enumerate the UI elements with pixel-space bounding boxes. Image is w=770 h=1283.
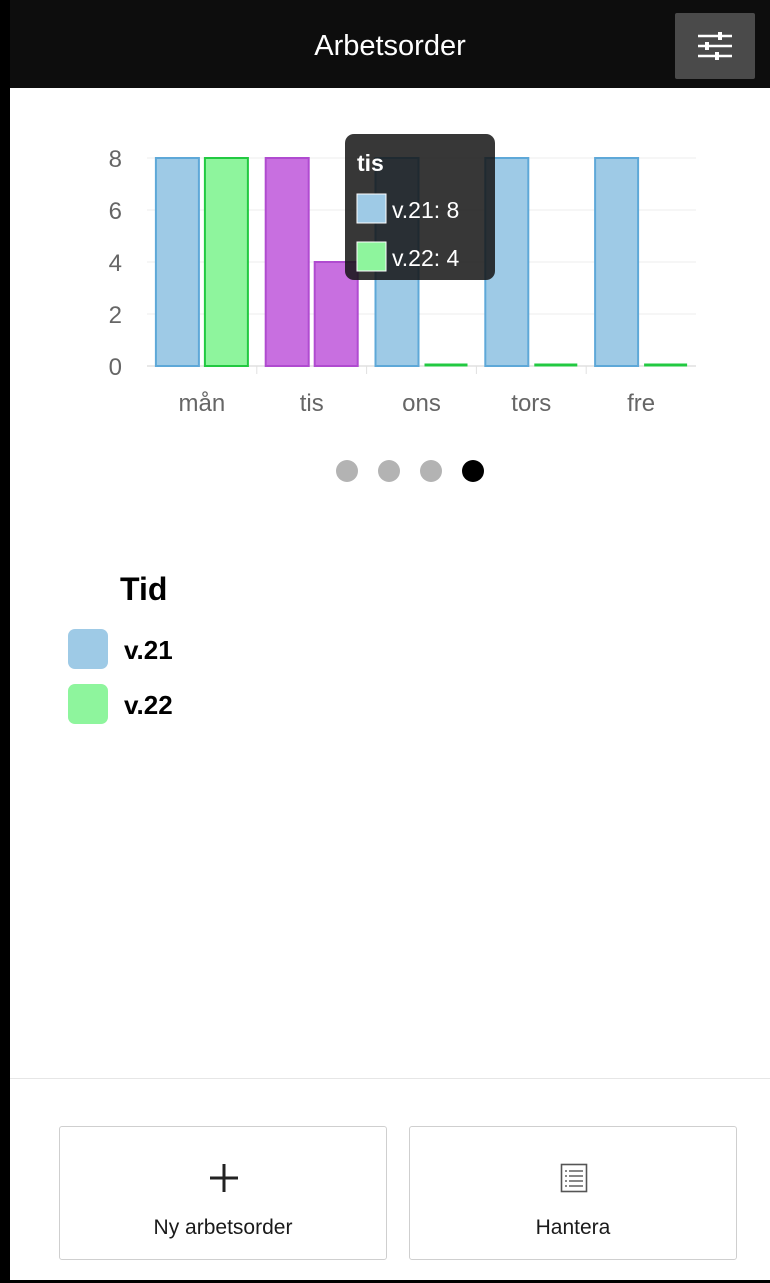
bar [594,157,640,367]
x-tick-label: mån [179,390,226,417]
sliders-icon [698,32,732,60]
page-dot[interactable] [378,460,400,482]
x-tick-label: tis [300,390,324,417]
app-screen: Arbetsorder 0 2 4 6 8 mån tis ons tors fre tis v.21… [10,0,770,1280]
page-title: Arbetsorder [314,30,466,62]
y-tick-label: 6 [109,198,122,225]
y-tick-label: 0 [109,354,122,381]
bar [203,157,249,367]
page-dot[interactable] [420,460,442,482]
x-tick-label: tors [511,390,551,417]
legend-label: v.22 [124,690,173,720]
legend-label: v.21 [124,635,173,665]
y-tick-label: 2 [109,302,122,329]
legend-title: Tid [120,571,168,607]
tooltip-swatch [356,193,387,224]
page-dot[interactable] [336,460,358,482]
page-dot[interactable] [462,460,484,482]
filter-button[interactable] [675,13,755,79]
top-bar: Arbetsorder [10,0,770,88]
x-tick-label: fre [627,390,655,417]
tooltip-row-label: v.21: 8 [392,197,459,223]
plus-icon [60,1161,386,1195]
bar-chart[interactable]: 0 2 4 6 8 mån tis ons tors fre tis v.21: 8 v.22: 4 [10,88,770,428]
page-indicator[interactable] [10,460,770,484]
tooltip-row-label: v.22: 4 [392,245,460,271]
tooltip-title: tis [357,150,384,176]
legend-swatch [68,629,108,669]
x-tick-label: ons [402,390,441,417]
tooltip-swatch [356,241,387,272]
new-work-order-button[interactable]: Ny arbetsorder [59,1126,387,1260]
manage-label: Hantera [535,1216,611,1239]
new-work-order-label: Ny arbetsorder [153,1216,293,1239]
legend-swatch [68,684,108,724]
divider [10,1078,770,1079]
bar [264,157,310,367]
list-icon [410,1161,736,1195]
manage-button[interactable]: Hantera [409,1126,737,1260]
y-tick-label: 8 [109,146,122,173]
bar [154,157,200,367]
y-tick-label: 4 [109,250,122,277]
